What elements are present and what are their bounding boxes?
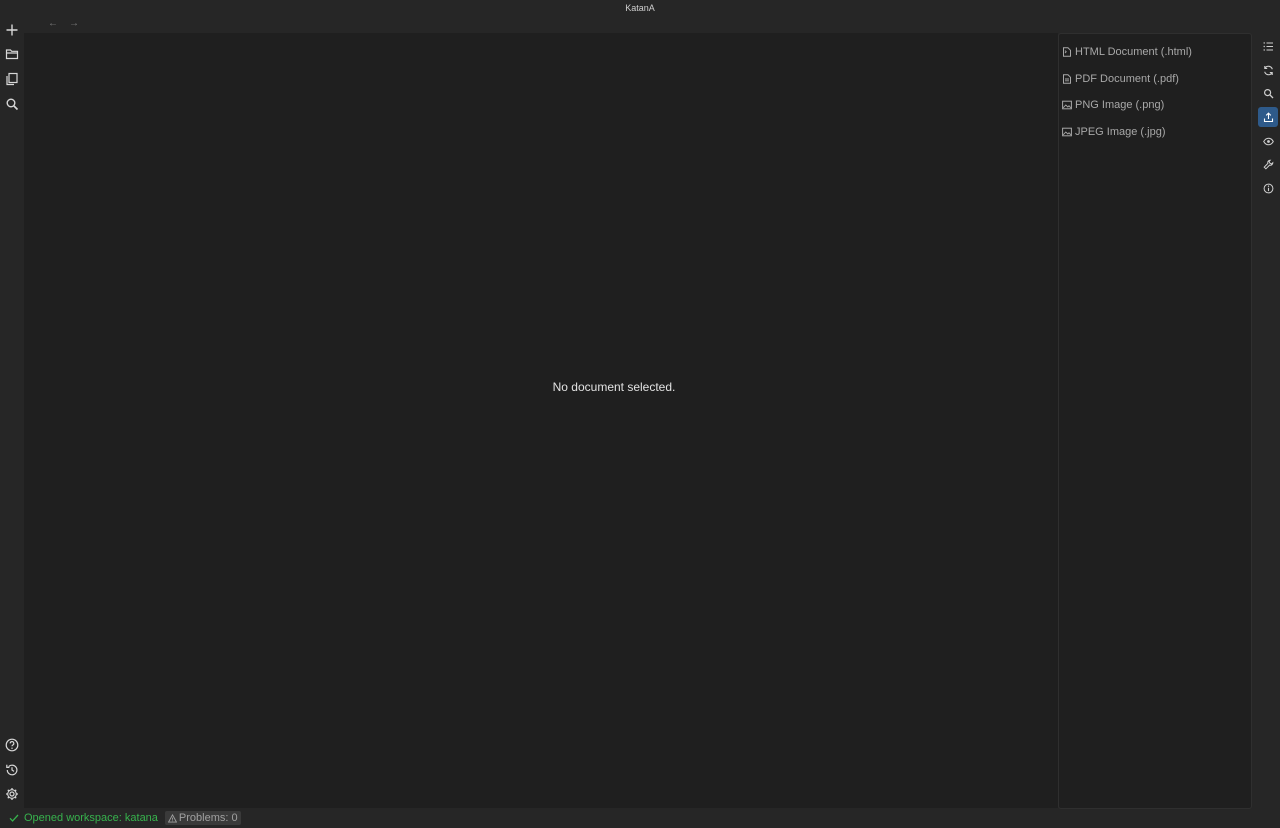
right-activity-bar xyxy=(1256,33,1280,213)
status-bar: Opened workspace: katana Problems: 0 xyxy=(0,808,1280,828)
app-window: KatanA ← → No document selected. HTML Do… xyxy=(0,0,1280,828)
new-file-button[interactable] xyxy=(2,20,22,40)
refresh-icon xyxy=(1263,65,1273,75)
help-icon xyxy=(5,738,19,752)
status-message-text: Opened workspace: katana xyxy=(24,812,158,824)
search-icon xyxy=(6,98,19,111)
settings-button[interactable] xyxy=(2,784,22,804)
export-html-item[interactable]: HTML Document (.html) xyxy=(1062,41,1248,63)
editor-area xyxy=(24,33,1058,808)
folder-open-icon xyxy=(5,49,19,60)
export-item-label: PNG Image (.png) xyxy=(1075,99,1165,111)
search-button[interactable] xyxy=(2,94,22,114)
html-file-icon xyxy=(1063,47,1071,57)
export-panel-button[interactable] xyxy=(1258,107,1278,127)
warning-icon xyxy=(167,813,177,823)
open-workspace-button[interactable] xyxy=(2,44,22,64)
info-icon xyxy=(1263,183,1273,193)
export-panel: HTML Document (.html) PDF Document (.pdf… xyxy=(1058,33,1252,809)
tools-button[interactable] xyxy=(1258,154,1278,174)
status-message: Opened workspace: katana xyxy=(9,812,158,824)
pdf-file-icon xyxy=(1063,74,1071,84)
export-jpeg-item[interactable]: JPEG Image (.jpg) xyxy=(1062,121,1248,143)
outline-button[interactable] xyxy=(1258,36,1278,56)
wrench-icon xyxy=(1262,159,1273,170)
export-item-label: JPEG Image (.jpg) xyxy=(1075,126,1166,138)
export-png-item[interactable]: PNG Image (.png) xyxy=(1062,94,1248,116)
export-pdf-item[interactable]: PDF Document (.pdf) xyxy=(1062,68,1248,90)
info-button[interactable] xyxy=(1258,178,1278,198)
eye-icon xyxy=(1262,137,1274,145)
refresh-button[interactable] xyxy=(1258,60,1278,80)
image-icon xyxy=(1062,100,1072,110)
problems-badge[interactable]: Problems: 0 xyxy=(164,811,241,825)
back-arrow-icon[interactable]: ← xyxy=(46,17,60,31)
export-item-label: PDF Document (.pdf) xyxy=(1075,73,1179,85)
window-title: KatanA xyxy=(625,3,655,13)
help-button[interactable] xyxy=(2,735,22,755)
list-icon xyxy=(1263,41,1273,51)
history-button[interactable] xyxy=(2,760,22,780)
copy-button[interactable] xyxy=(2,69,22,89)
search-panel-button[interactable] xyxy=(1258,83,1278,103)
export-icon xyxy=(1263,111,1273,122)
settings-icon xyxy=(6,788,18,800)
empty-editor-message: No document selected. xyxy=(552,380,676,394)
history-icon xyxy=(6,764,18,776)
copy-icon xyxy=(6,72,18,86)
left-activity-bar xyxy=(0,16,24,808)
forward-arrow-icon[interactable]: → xyxy=(67,17,81,31)
plus-icon xyxy=(6,24,18,36)
image-icon xyxy=(1062,127,1072,137)
checkmark-icon xyxy=(9,814,19,822)
preview-button[interactable] xyxy=(1258,131,1278,151)
search-icon xyxy=(1263,88,1273,98)
problems-label: Problems: 0 xyxy=(178,812,238,824)
export-item-label: HTML Document (.html) xyxy=(1075,46,1192,58)
